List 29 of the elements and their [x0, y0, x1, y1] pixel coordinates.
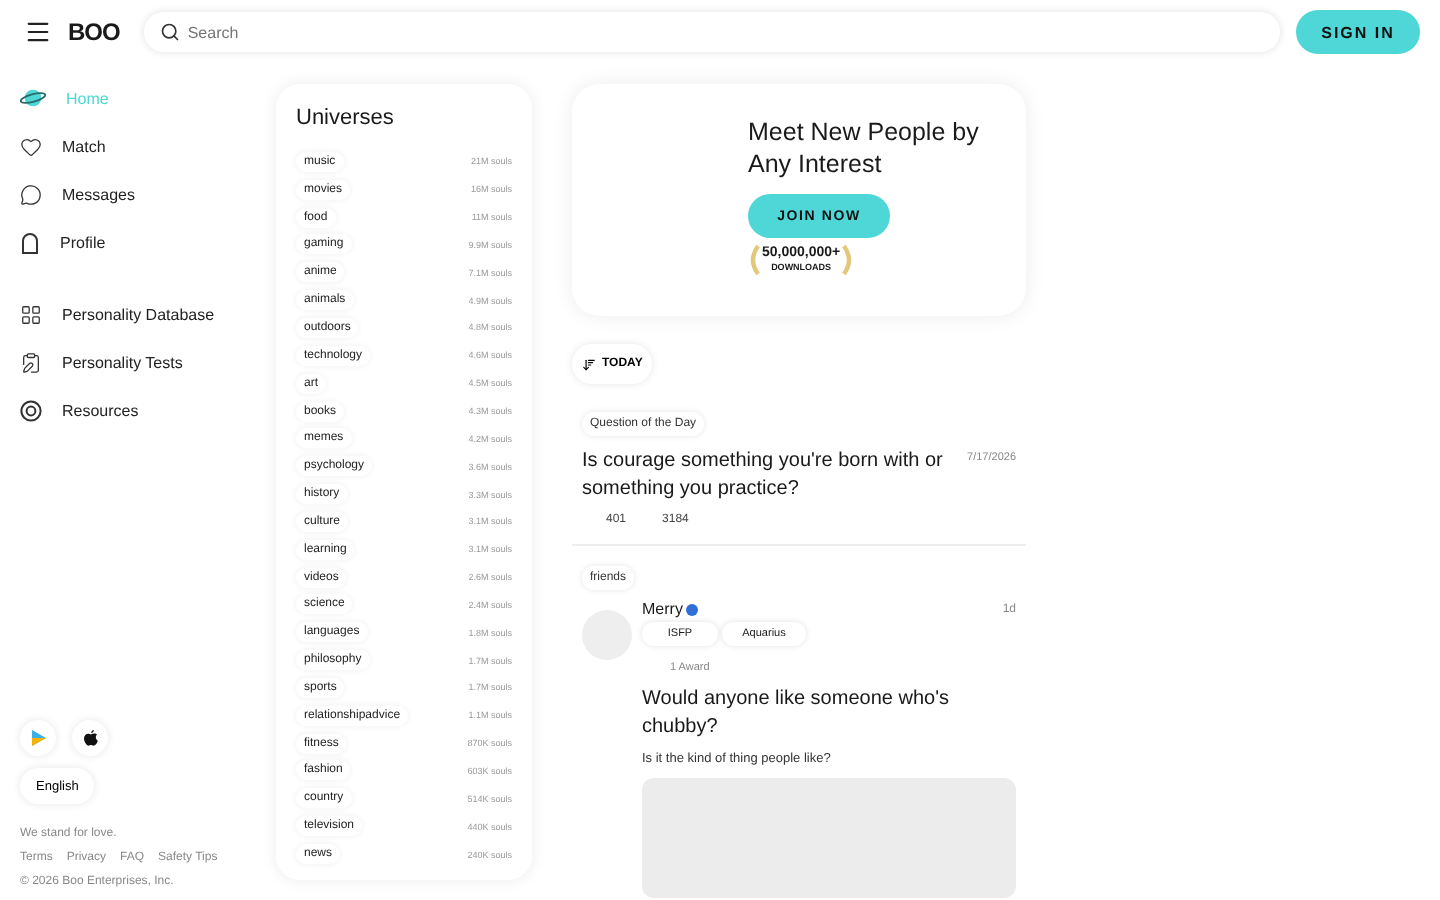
- clipboard-icon: [20, 351, 42, 373]
- menu-icon[interactable]: [24, 18, 52, 46]
- promo-title: Meet New People by Any Interest: [748, 116, 981, 180]
- chat-icon: [20, 183, 42, 205]
- logo: BOO: [68, 18, 120, 46]
- laurel-icon: [748, 244, 760, 276]
- planet-icon: [20, 86, 46, 110]
- nav-link[interactable]: Personality Tests: [20, 344, 276, 380]
- sign-in-button[interactable]: SIGN IN: [1296, 10, 1420, 54]
- post-title[interactable]: Would anyone like someone who's chubby?: [642, 686, 982, 742]
- nav-link[interactable]: Profile: [20, 224, 276, 260]
- heart-icon: [20, 135, 42, 157]
- nav-link[interactable]: Personality Database: [20, 296, 276, 332]
- card-title: Universes: [296, 106, 396, 130]
- nav-link[interactable]: Messages: [20, 176, 276, 212]
- search-icon: [159, 22, 180, 42]
- laurel-icon: [842, 244, 855, 276]
- resources-icon: [20, 399, 42, 421]
- author-name[interactable]: Merry: [642, 600, 683, 618]
- sort-icon: [582, 357, 596, 371]
- profile-icon: [20, 231, 40, 253]
- grid-icon: [20, 303, 42, 325]
- nav-link[interactable]: Match: [20, 128, 276, 164]
- play-icon: [31, 730, 45, 746]
- apple-icon: [83, 730, 97, 746]
- question-title[interactable]: Is courage something you're born with or something you practice?: [582, 448, 962, 504]
- search-field[interactable]: Search: [143, 12, 1280, 52]
- nav-link[interactable]: Resources: [20, 392, 276, 428]
- app-store-button[interactable]: [72, 720, 108, 756]
